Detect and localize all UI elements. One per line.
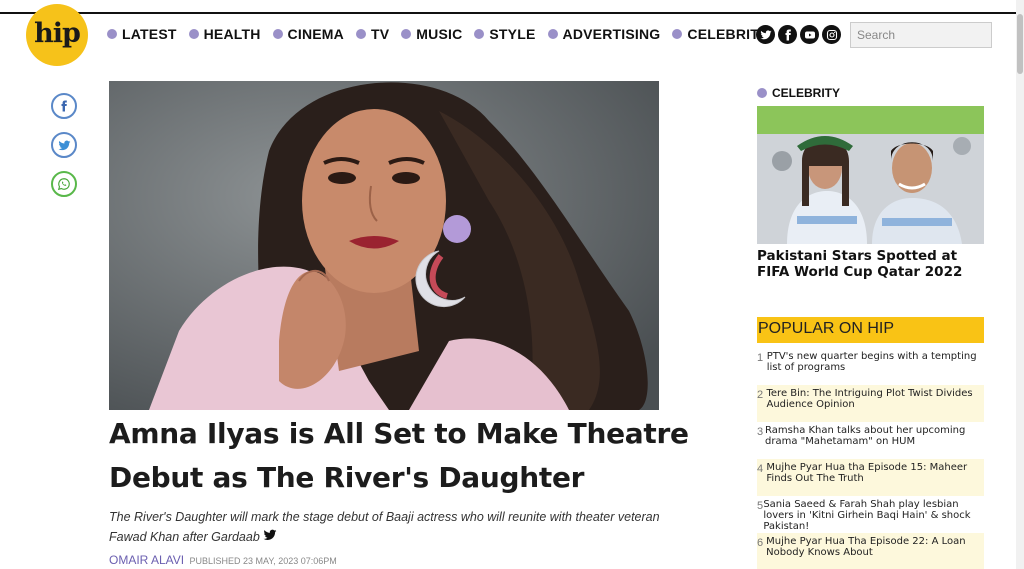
- nav-dot: [672, 29, 683, 39]
- popular-title: Mujhe Pyar Hua Tha Episode 22: A Loan No…: [766, 536, 966, 558]
- popular-title: Sania Saeed & Farah Shah play lesbian lo…: [763, 499, 971, 532]
- search-input[interactable]: [850, 22, 992, 48]
- popular-rank: 4: [757, 463, 764, 475]
- popular-rank: 1: [757, 352, 764, 364]
- nav-dot: [474, 29, 485, 39]
- sidebar-featured-title[interactable]: Pakistani Stars Spotted at FIFA World Cu…: [757, 248, 992, 280]
- twitter-icon[interactable]: [262, 528, 278, 548]
- sidebar-category-label: CELEBRITY: [772, 86, 841, 100]
- whatsapp-share-icon[interactable]: [51, 171, 77, 197]
- youtube-icon[interactable]: [800, 25, 819, 44]
- social-links: [756, 25, 841, 44]
- nav-item-latest[interactable]: LATEST: [107, 26, 177, 42]
- nav-label: MUSIC: [416, 26, 463, 42]
- popular-item[interactable]: 1 PTV's new quarter begins with a temptin…: [757, 348, 984, 385]
- popular-title: Mujhe Pyar Hua tha Episode 15: Maheer Fi…: [766, 462, 968, 484]
- nav-dot: [401, 29, 412, 39]
- nav-dot: [355, 29, 366, 39]
- nav-item-celebrity[interactable]: CELEBRITY: [672, 26, 768, 42]
- published-date: PUBLISHED 23 MAY, 2023 07:06PM: [189, 556, 337, 566]
- nav-dot: [107, 29, 117, 39]
- popular-title: PTV's new quarter begins with a tempting…: [766, 351, 977, 373]
- nav-item-tv[interactable]: TV: [355, 26, 390, 42]
- scrollbar-thumb[interactable]: [1017, 14, 1023, 74]
- standfirst-text: The River's Daughter will mark the stage…: [109, 510, 660, 544]
- popular-heading: POPULAR ON HIP: [757, 317, 984, 343]
- nav-label: LATEST: [122, 26, 177, 42]
- popular-title: Ramsha Khan talks about her upcoming dra…: [765, 425, 966, 447]
- facebook-share-icon[interactable]: [51, 93, 77, 119]
- popular-rank: 2: [757, 389, 764, 401]
- instagram-icon[interactable]: [822, 25, 841, 44]
- popular-rank: 3: [757, 426, 764, 438]
- nav-dot: [547, 29, 558, 39]
- nav-dot: [272, 29, 283, 39]
- popular-item[interactable]: 3 Ramsha Khan talks about her upcoming dr…: [757, 422, 984, 459]
- nav-item-music[interactable]: MUSIC: [401, 26, 462, 42]
- popular-title: Tere Bin: The Intriguing Plot Twist Divi…: [766, 388, 973, 410]
- nav-label: STYLE: [489, 26, 536, 42]
- top-rule: [0, 12, 1024, 14]
- nav-label: ADVERTISING: [562, 26, 661, 42]
- hero-image: [109, 81, 659, 410]
- category-dot: [757, 88, 767, 98]
- sidebar-featured-image[interactable]: [757, 106, 984, 244]
- page-scrollbar[interactable]: [1016, 0, 1024, 569]
- author-link[interactable]: OMAIR ALAVI: [109, 553, 184, 567]
- nav-item-health[interactable]: HEALTH: [188, 26, 261, 42]
- nav-item-style[interactable]: STYLE: [474, 26, 535, 42]
- nav-dot: [188, 29, 199, 39]
- popular-item[interactable]: 4 Mujhe Pyar Hua tha Episode 15: Maheer F…: [757, 459, 984, 496]
- popular-list: 1 PTV's new quarter begins with a temptin…: [757, 348, 984, 569]
- twitter-share-icon[interactable]: [51, 132, 77, 158]
- article-byline: OMAIR ALAVI PUBLISHED 23 MAY, 2023 07:06…: [109, 553, 337, 567]
- main-nav: LATEST HEALTH CINEMA TV MUSIC STYLE ADVE…: [107, 26, 781, 42]
- nav-item-advertising[interactable]: ADVERTISING: [547, 26, 661, 42]
- facebook-icon[interactable]: [778, 25, 797, 44]
- nav-label: TV: [370, 26, 390, 42]
- twitter-icon[interactable]: [756, 25, 775, 44]
- article-headline: Amna Ilyas is All Set to Make Theatre De…: [109, 417, 689, 494]
- logo-text: hip: [34, 17, 81, 49]
- nav-label: CINEMA: [287, 26, 344, 42]
- popular-item[interactable]: 6 Mujhe Pyar Hua Tha Episode 22: A Loan N…: [757, 533, 984, 569]
- nav-label: HEALTH: [203, 26, 261, 42]
- popular-rank: 6: [757, 537, 764, 549]
- nav-item-cinema[interactable]: CINEMA: [272, 26, 344, 42]
- article-standfirst: The River's Daughter will mark the stage…: [109, 507, 669, 548]
- popular-item[interactable]: 5 Sania Saeed & Farah Shah play lesbian l…: [757, 496, 984, 533]
- popular-item[interactable]: 2 Tere Bin: The Intriguing Plot Twist Div…: [757, 385, 984, 422]
- sidebar-category[interactable]: CELEBRITY: [757, 86, 840, 100]
- hip-logo[interactable]: hip: [26, 4, 88, 66]
